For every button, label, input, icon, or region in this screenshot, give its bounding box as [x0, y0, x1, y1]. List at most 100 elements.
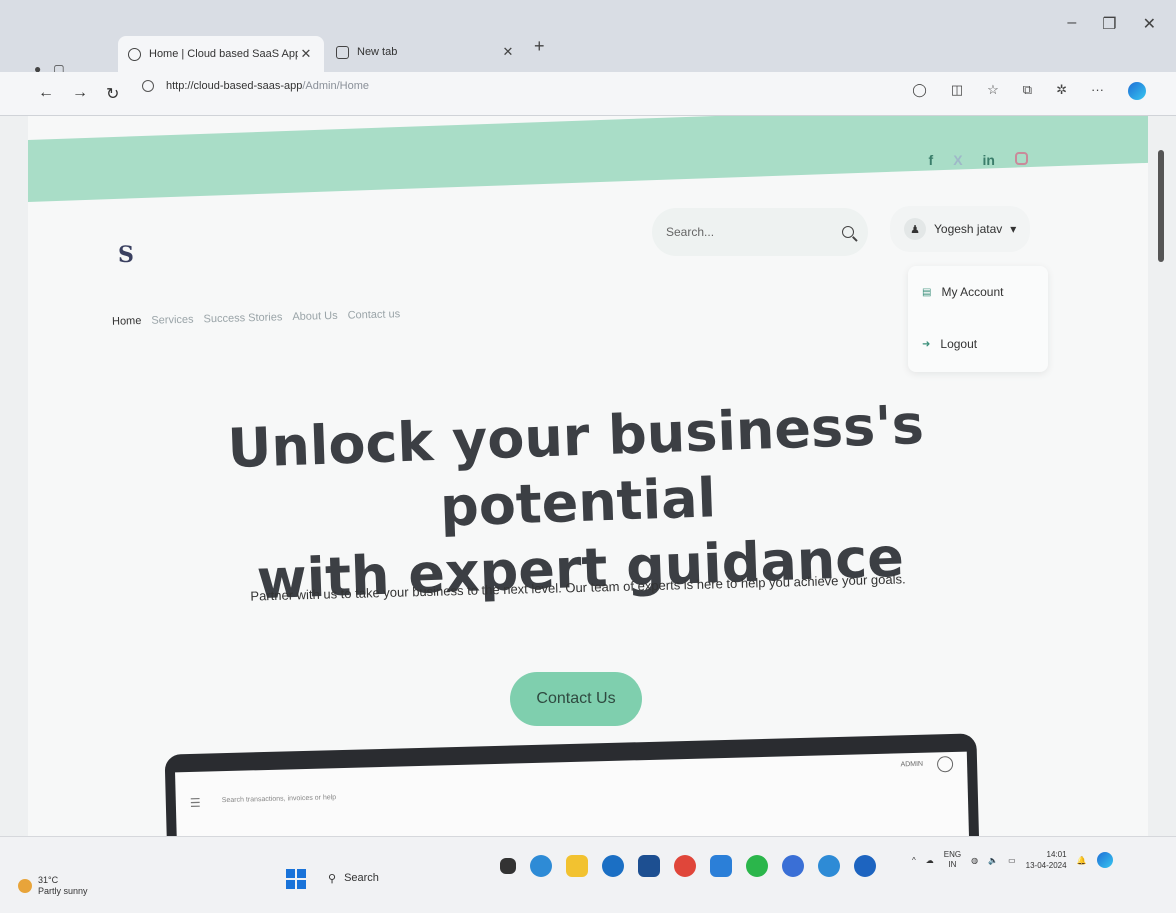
search-input[interactable]: Search...	[666, 225, 842, 239]
tab-label: New tab	[357, 46, 398, 58]
device-search-text: Search transactions, invoices or help	[221, 794, 337, 805]
x-twitter-icon[interactable]: X	[953, 152, 962, 168]
site-search-box[interactable]: Search...	[652, 208, 868, 256]
volume-icon[interactable]: 🔈	[988, 856, 998, 865]
taskbar-search[interactable]: ⚲ Search	[316, 861, 486, 895]
favorite-star-icon[interactable]: ☆	[987, 82, 999, 100]
menu-item-label: My Account	[941, 285, 1004, 299]
taskbar-apps	[500, 855, 876, 877]
refresh-icon[interactable]: ↻	[106, 84, 119, 104]
browser-toolbar: ◯ ◫ ☆ ⧉ ✲ ···	[912, 82, 1146, 100]
onedrive-icon[interactable]: ☁	[926, 856, 934, 865]
file-explorer-icon[interactable]	[566, 855, 588, 877]
user-icon: ♟	[904, 218, 926, 240]
device-logo-icon	[936, 756, 954, 773]
skype-icon[interactable]	[782, 855, 804, 877]
social-links: f X in	[929, 152, 1028, 168]
main-navigation: Home Services Success Stories About Us C…	[112, 308, 400, 328]
tray-overflow-icon[interactable]: ^	[912, 856, 916, 865]
task-view-icon[interactable]	[500, 858, 516, 874]
account-card-icon: ▤	[922, 286, 932, 298]
network-icon[interactable]: ◍	[971, 856, 978, 865]
battery-icon[interactable]: ▭	[1008, 856, 1016, 865]
language-indicator[interactable]: ENG IN	[944, 850, 961, 870]
clock-date: 13-04-2024	[1025, 861, 1067, 870]
search-icon: ⚲	[328, 872, 337, 885]
back-arrow-icon[interactable]: ←	[38, 84, 54, 104]
nav-link-services[interactable]: Services	[151, 314, 193, 327]
menu-item-logout[interactable]: ➜ Logout	[908, 318, 1048, 370]
mail-icon[interactable]	[638, 855, 660, 877]
url-path: /Admin/Home	[302, 80, 370, 92]
collections-icon[interactable]: ⧉	[1023, 82, 1032, 100]
page-scrollbar-thumb[interactable]	[1158, 150, 1164, 262]
url-host: http://cloud-based-saas-app	[166, 80, 303, 92]
new-tab-plus-icon[interactable]: +	[534, 36, 545, 57]
close-icon[interactable]: ✕	[500, 44, 516, 60]
app-icon[interactable]	[602, 855, 624, 877]
windows-logo-icon	[297, 880, 306, 889]
user-menu-toggle[interactable]: ♟ Yogesh jatav ▾	[890, 206, 1031, 252]
windows-logo-icon	[286, 880, 295, 889]
close-icon[interactable]: ✕	[298, 46, 314, 62]
tab-new-tab[interactable]: New tab ✕	[326, 36, 526, 68]
facebook-icon[interactable]: f	[929, 152, 934, 168]
user-name: Yogesh jatav	[934, 222, 1003, 236]
vscode-icon[interactable]	[710, 855, 732, 877]
taskbar-search-label: Search	[344, 872, 379, 884]
edge-beta-icon[interactable]	[854, 855, 876, 877]
windows-logo-icon	[286, 869, 295, 878]
menu-item-label: Logout	[940, 337, 978, 351]
chrome-icon[interactable]	[674, 855, 696, 877]
windows-logo-icon	[297, 869, 306, 878]
search-icon[interactable]	[842, 226, 854, 238]
hero-title-line-1: Unlock your business's potential	[226, 392, 925, 539]
minimize-icon[interactable]: –	[1067, 14, 1076, 34]
copilot-icon[interactable]	[1128, 82, 1146, 100]
tab-label: Home | Cloud based SaaS App	[149, 48, 298, 60]
nav-link-home[interactable]: Home	[112, 315, 142, 328]
browser-tabbar: ● ▢ Home | Cloud based SaaS App ✕ New ta…	[0, 0, 1176, 76]
window-controls: – ❐ ✕	[1067, 14, 1156, 34]
whatsapp-icon[interactable]	[746, 855, 768, 877]
windows-taskbar: 31°C Partly sunny ⚲ Search ^ ☁ ENG IN ◍ …	[0, 836, 1176, 913]
device-admin-label: ADMIN	[900, 760, 924, 769]
instagram-icon[interactable]	[1015, 152, 1028, 165]
system-tray: ^ ☁ ENG IN ◍ 🔈 ▭ 14:01 13-04-2024 🔔	[912, 849, 1113, 871]
page-favicon-icon	[128, 47, 141, 61]
web-page: f X in S Search... ♟ Yogesh jatav ▾ ▤ My…	[28, 116, 1148, 836]
start-button[interactable]	[286, 869, 306, 889]
close-window-icon[interactable]: ✕	[1143, 14, 1156, 34]
weather-temp: 31°C	[38, 875, 59, 885]
clock-time: 14:01	[1046, 850, 1067, 859]
nav-link-success-stories[interactable]: Success Stories	[203, 311, 282, 325]
read-aloud-icon[interactable]: ◯	[912, 82, 927, 100]
clock[interactable]: 14:01 13-04-2024	[1026, 849, 1067, 871]
linkedin-icon[interactable]: in	[983, 152, 995, 168]
nav-link-contact-us[interactable]: Contact us	[347, 308, 400, 321]
notification-icon[interactable]: 🔔	[1077, 856, 1087, 865]
device-screen: ☰ Search transactions, invoices or help …	[175, 751, 970, 836]
copilot-tray-icon[interactable]	[1096, 852, 1113, 868]
edge-icon[interactable]	[530, 855, 552, 877]
site-info-icon[interactable]	[142, 80, 154, 92]
weather-widget[interactable]: 31°C Partly sunny	[18, 875, 88, 897]
hamburger-menu-icon: ☰	[189, 795, 201, 811]
more-menu-icon[interactable]: ···	[1091, 82, 1104, 100]
edge-dev-icon[interactable]	[818, 855, 840, 877]
split-screen-icon[interactable]: ◫	[951, 82, 963, 100]
url-field[interactable]: http://cloud-based-saas-app/Admin/Home	[142, 80, 369, 92]
extensions-icon[interactable]: ✲	[1056, 82, 1067, 100]
tab-home[interactable]: Home | Cloud based SaaS App ✕	[118, 36, 324, 72]
language-line-2: IN	[948, 860, 957, 869]
logout-icon: ➜	[922, 338, 931, 350]
nav-link-about-us[interactable]: About Us	[292, 310, 338, 323]
weather-sun-icon	[18, 879, 32, 893]
user-dropdown-menu: ▤ My Account ➜ Logout	[908, 266, 1048, 372]
forward-arrow-icon[interactable]: →	[72, 84, 88, 104]
site-logo[interactable]: S	[118, 242, 134, 268]
restore-icon[interactable]: ❐	[1102, 14, 1116, 34]
menu-item-my-account[interactable]: ▤ My Account	[908, 266, 1048, 318]
screen: ● ▢ Home | Cloud based SaaS App ✕ New ta…	[0, 0, 1176, 913]
contact-us-button[interactable]: Contact Us	[510, 672, 642, 726]
